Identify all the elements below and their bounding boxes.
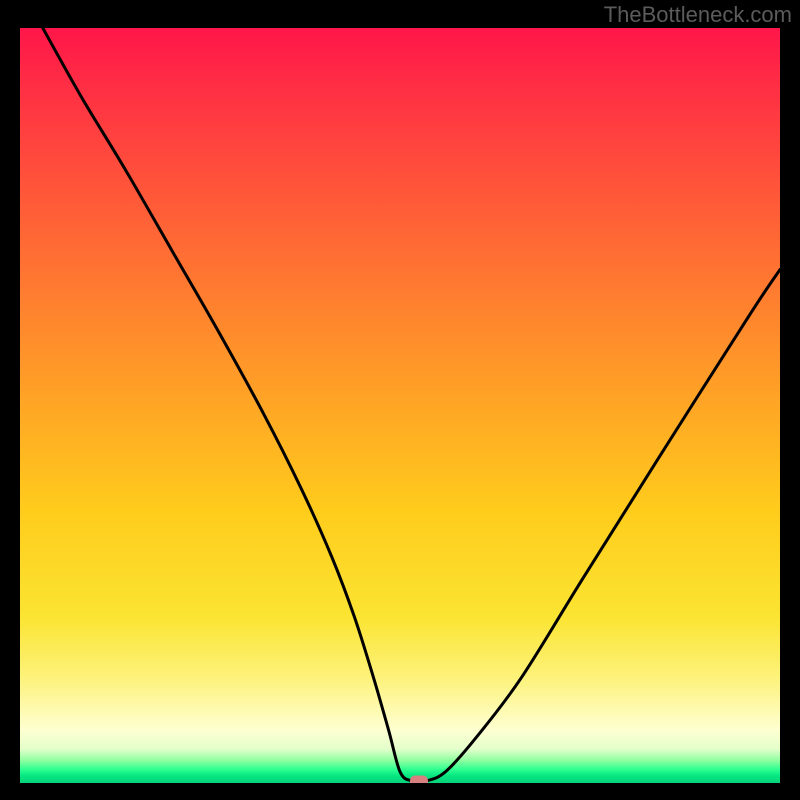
bottleneck-curve-path bbox=[43, 28, 780, 782]
watermark-text: TheBottleneck.com bbox=[604, 2, 792, 28]
plot-area bbox=[20, 28, 780, 783]
chart-frame: TheBottleneck.com bbox=[0, 0, 800, 800]
curve-svg bbox=[20, 28, 780, 783]
min-marker bbox=[410, 775, 428, 783]
